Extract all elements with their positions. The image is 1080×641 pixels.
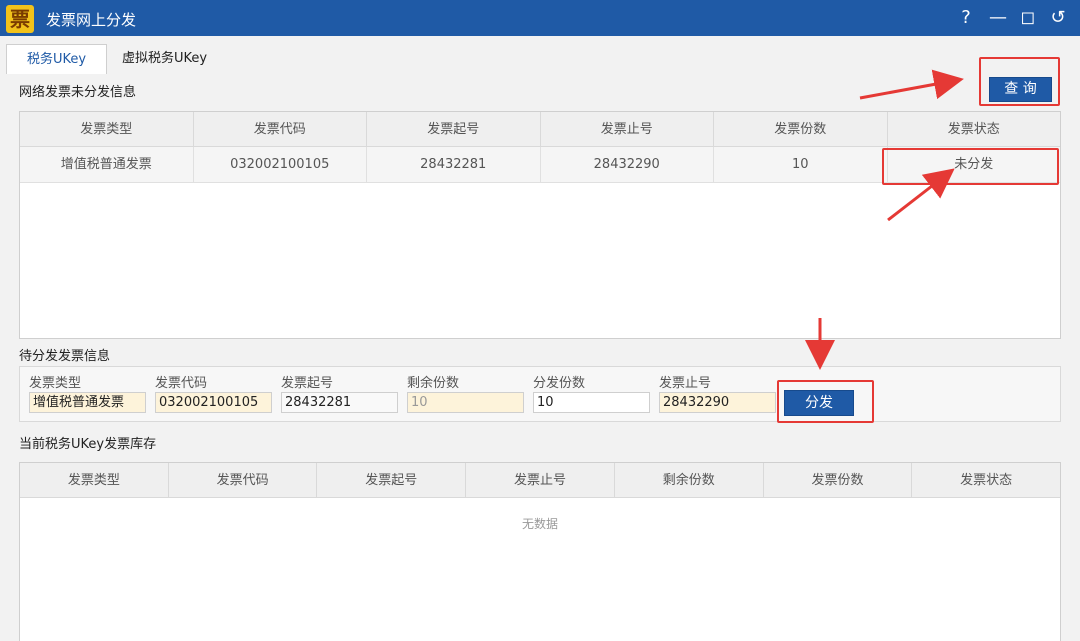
arrow-to-status <box>887 168 955 222</box>
annotation-arrows <box>805 69 964 370</box>
arrow-to-query <box>859 69 964 100</box>
